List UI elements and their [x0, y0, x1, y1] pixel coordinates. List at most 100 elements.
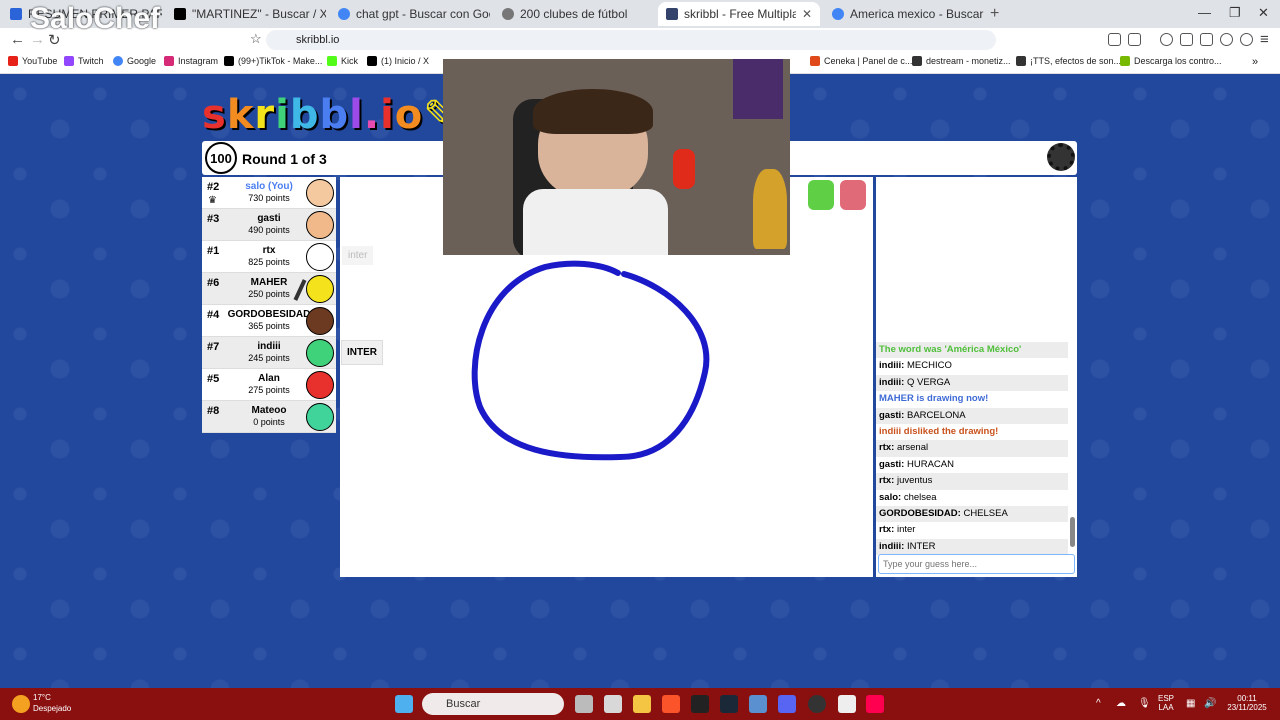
volume-icon[interactable]: 🔊 — [1204, 698, 1216, 709]
tts-icon — [1016, 56, 1026, 66]
file-explorer-icon[interactable] — [633, 695, 651, 713]
player-rank: #7 — [207, 341, 220, 353]
player-row[interactable]: #2 ♛ salo (You) 730 points — [202, 177, 336, 209]
player-row[interactable]: #1 rtx 825 points — [202, 241, 336, 273]
player-avatar — [306, 403, 334, 431]
thumbs-up-icon[interactable] — [808, 180, 834, 210]
destream-icon — [912, 56, 922, 66]
bookmark-star-icon[interactable]: ☆ — [250, 31, 262, 47]
google-icon — [113, 56, 123, 66]
chat-scrollbar[interactable] — [1070, 517, 1075, 547]
player-rank: #5 — [207, 373, 220, 385]
player-rank: #4 — [207, 309, 220, 321]
settings-gear-icon[interactable] — [1047, 143, 1075, 171]
player-name: rtx — [262, 245, 276, 256]
tab-clubes[interactable]: 200 clubes de fútbol — [494, 2, 654, 26]
clock[interactable]: 00:11 23/11/2025 — [1222, 694, 1272, 712]
bookmark-twitch[interactable]: Twitch — [64, 56, 104, 66]
more-bookmarks-icon[interactable]: » — [1252, 56, 1258, 68]
chevron-up-icon[interactable]: ^ — [1096, 698, 1101, 709]
screenshot-icon[interactable] — [1128, 33, 1141, 46]
obs-icon[interactable] — [808, 695, 826, 713]
bookmark-google[interactable]: Google — [113, 56, 156, 66]
bookmark-ceneka[interactable]: Ceneka | Panel de c... — [810, 56, 912, 66]
player-points: 275 points — [248, 385, 290, 395]
network-icon[interactable]: ▦ — [1186, 698, 1195, 709]
chat-message: indiii: MECHICO — [879, 360, 952, 372]
player-row[interactable]: #3 gasti 490 points — [202, 209, 336, 241]
ai-icon[interactable] — [1220, 33, 1233, 46]
bookmark-destream[interactable]: destream - monetiz... — [912, 56, 1011, 66]
player-avatar — [306, 339, 334, 367]
player-points: 730 points — [248, 193, 290, 203]
app-icon[interactable] — [691, 695, 709, 713]
bookmark-instagram[interactable]: Instagram — [164, 56, 218, 66]
chat-message: rtx: juventus — [876, 473, 1068, 490]
player-name: gasti — [257, 213, 281, 224]
new-tab-button[interactable]: + — [990, 5, 999, 23]
settings-icon[interactable] — [749, 695, 767, 713]
player-row[interactable]: #4 GORDOBESIDAD 365 points — [202, 305, 336, 337]
url-input[interactable]: skribbl.io — [266, 30, 996, 50]
cloud-icon[interactable]: ☁ — [1116, 698, 1126, 709]
player-row[interactable]: #7 indiii 245 points — [202, 337, 336, 369]
player-points: 490 points — [248, 225, 290, 235]
tab-skribbl[interactable]: skribbl - Free Multiplayer Drawin✕ — [658, 2, 820, 26]
bookmark-youtube[interactable]: YouTube — [8, 56, 57, 66]
player-row[interactable]: #8 Mateoo 0 points — [202, 401, 336, 433]
bookmark-x[interactable]: (1) Inicio / X — [367, 56, 429, 66]
chat-panel: The word was 'América México' indiii: ME… — [876, 177, 1077, 577]
tiktok-icon — [224, 56, 234, 66]
chat-message: rtx: inter — [879, 524, 916, 536]
jersey — [733, 59, 783, 119]
player-points: 365 points — [248, 321, 290, 331]
discord-icon[interactable] — [778, 695, 796, 713]
close-tab-icon[interactable]: ✕ — [802, 7, 812, 21]
sidebar-icon[interactable] — [1180, 33, 1193, 46]
instagram-icon — [164, 56, 174, 66]
language-indicator[interactable]: ESP LAA — [1158, 694, 1174, 712]
widgets-icon[interactable] — [604, 695, 622, 713]
steam-icon[interactable] — [720, 695, 738, 713]
player-name: GORDOBESIDAD — [227, 309, 311, 320]
tab-america-mexico[interactable]: America mexico - Buscar con Google — [824, 2, 986, 26]
menu-icon[interactable]: ≡ — [1260, 31, 1269, 48]
mic-icon[interactable]: 🎙 — [1138, 698, 1151, 709]
back-icon[interactable]: ← — [10, 31, 25, 48]
wallet-icon[interactable] — [1200, 33, 1213, 46]
chat-messages: The word was 'América México' indiii: ME… — [876, 342, 1068, 556]
minimize-icon[interactable]: — — [1198, 5, 1211, 20]
player-row[interactable]: #6 MAHER 250 points — [202, 273, 336, 305]
timer-clock-icon: 100 — [205, 142, 237, 174]
bookmark-tiktok[interactable]: (99+)TikTok - Make... — [224, 56, 322, 66]
shield-icon[interactable] — [1240, 33, 1253, 46]
taskbar-search[interactable]: Buscar — [422, 693, 564, 715]
address-bar-row: ← → ↻ ☆ skribbl.io ≡ — [0, 28, 1280, 52]
task-view-icon[interactable] — [575, 695, 593, 713]
player-list: #2 ♛ salo (You) 730 points #3 gasti 490 … — [202, 177, 336, 433]
drawn-circle-stroke — [471, 260, 710, 461]
thumbs-down-icon[interactable] — [840, 180, 866, 210]
chat-message: The word was 'América México' — [876, 342, 1068, 359]
x-icon — [367, 56, 377, 66]
maximize-icon[interactable]: ❐ — [1229, 5, 1241, 21]
skribbl-logo: skribbl.io✎ — [202, 92, 458, 138]
tab-x-martinez[interactable]: "MARTINEZ" - Buscar / X — [166, 2, 326, 26]
windows-start-icon[interactable] — [395, 695, 413, 713]
globe-icon — [502, 8, 514, 20]
app-icon[interactable] — [838, 695, 856, 713]
tiktok-icon[interactable] — [866, 695, 884, 713]
player-row[interactable]: #5 Alan 275 points — [202, 369, 336, 401]
extensions-icon[interactable] — [1108, 33, 1121, 46]
chat-message: rtx: arsenal — [876, 440, 1068, 457]
bookmark-tts[interactable]: ¡TTS, efectos de son... — [1016, 56, 1121, 66]
brave-icon[interactable] — [662, 695, 680, 713]
close-window-icon[interactable]: ✕ — [1258, 5, 1269, 21]
bookmark-drivers[interactable]: Descarga los contro... — [1120, 56, 1222, 66]
player-points: 245 points — [248, 353, 290, 363]
music-icon[interactable] — [1160, 33, 1173, 46]
tab-chatgpt-search[interactable]: chat gpt - Buscar con Google — [330, 2, 490, 26]
player-name: Alan — [258, 373, 280, 384]
bookmark-kick[interactable]: Kick — [327, 56, 358, 66]
guess-input[interactable] — [878, 554, 1075, 574]
